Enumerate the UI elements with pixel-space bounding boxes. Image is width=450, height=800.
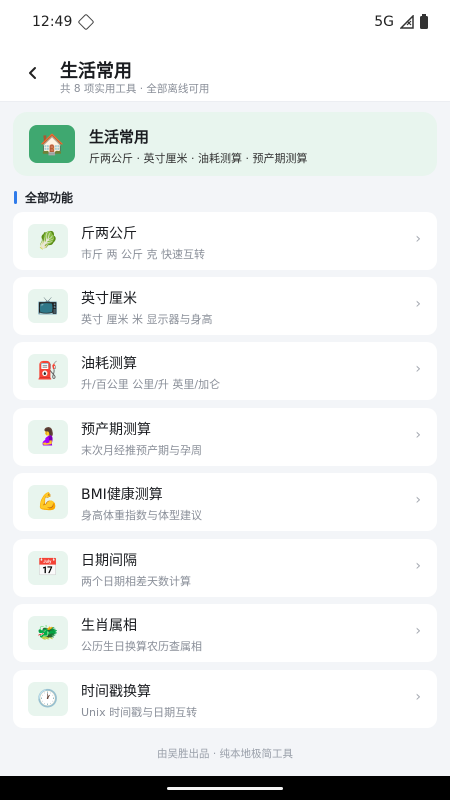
status-right: 5G <box>374 13 428 30</box>
hero-title: 生活常用 <box>89 128 150 146</box>
fuel-pump-icon: ⛽ <box>28 354 68 388</box>
clock-icon: 🕐 <box>28 682 68 716</box>
page-title: 生活常用 <box>60 61 132 82</box>
status-time: 12:49 <box>32 14 73 30</box>
section-accent-bar <box>14 190 17 204</box>
calendar-icon: 📅 <box>28 551 68 585</box>
pregnant-woman-icon: 🤰 <box>28 420 68 454</box>
tool-desc: 身高体重指数与体型建议 <box>81 509 202 522</box>
status-left: 12:49 <box>32 13 95 31</box>
back-button[interactable] <box>18 58 48 88</box>
page-subtitle: 共 8 项实用工具 · 全部离线可用 <box>60 83 210 95</box>
network-label: 5G <box>374 14 394 30</box>
tool-title: 英寸厘米 <box>81 291 137 307</box>
chevron-right-icon: › <box>415 623 421 639</box>
chevron-right-icon: › <box>415 689 421 705</box>
tool-title: 斤两公斤 <box>81 226 137 242</box>
flexed-bicep-icon: 💪 <box>28 485 68 519</box>
battery-icon <box>420 13 428 29</box>
tool-card-inch-cm[interactable]: 📺 英寸厘米 英寸 厘米 米 显示器与身高 › <box>13 277 437 335</box>
tool-desc: 市斤 两 公斤 克 快速互转 <box>81 248 205 261</box>
tool-desc: Unix 时间戳与日期互转 <box>81 706 198 719</box>
hero-card: 🏠 生活常用 斤两公斤 · 英寸厘米 · 油耗测算 · 预产期测算 <box>13 112 437 176</box>
home-icon: 🏠 <box>29 125 75 163</box>
chevron-right-icon: › <box>415 296 421 312</box>
tool-desc: 两个日期相差天数计算 <box>81 575 191 588</box>
home-indicator[interactable] <box>167 787 283 790</box>
tool-card-timestamp[interactable]: 🕐 时间戳换算 Unix 时间戳与日期互转 › <box>13 670 437 728</box>
sim-icon <box>77 13 95 31</box>
signal-icon <box>400 15 414 29</box>
system-nav-bar <box>0 776 450 800</box>
tool-title: 日期间隔 <box>81 553 137 569</box>
section-header: 全部功能 <box>14 188 73 206</box>
tool-card-date-interval[interactable]: 📅 日期间隔 两个日期相差天数计算 › <box>13 539 437 597</box>
tool-card-zodiac[interactable]: 🐲 生肖属相 公历生日换算农历查属相 › <box>13 604 437 662</box>
tool-card-due-date[interactable]: 🤰 预产期测算 末次月经推预产期与孕周 › <box>13 408 437 466</box>
chevron-left-icon <box>29 67 36 79</box>
tool-desc: 末次月经推预产期与孕周 <box>81 444 202 457</box>
chevron-right-icon: › <box>415 558 421 574</box>
tool-card-bmi[interactable]: 💪 BMI健康测算 身高体重指数与体型建议 › <box>13 473 437 531</box>
tool-title: BMI健康测算 <box>81 487 163 503</box>
section-title: 全部功能 <box>25 190 74 205</box>
cabbage-icon: 🥬 <box>28 224 68 258</box>
hero-subtitle: 斤两公斤 · 英寸厘米 · 油耗测算 · 预产期测算 <box>89 152 308 165</box>
tool-title: 油耗测算 <box>81 356 137 372</box>
app-header: 生活常用 共 8 项实用工具 · 全部离线可用 <box>0 44 450 102</box>
tool-title: 预产期测算 <box>81 422 151 438</box>
chevron-right-icon: › <box>415 231 421 247</box>
status-bar: 12:49 5G <box>0 0 450 44</box>
tv-icon: 📺 <box>28 289 68 323</box>
chevron-right-icon: › <box>415 427 421 443</box>
tool-desc: 公历生日换算农历查属相 <box>81 640 202 653</box>
dragon-icon: 🐲 <box>28 616 68 650</box>
footer-text: 由吴胜出品 · 纯本地极简工具 <box>156 748 293 760</box>
tool-desc: 英寸 厘米 米 显示器与身高 <box>81 313 213 326</box>
tool-desc: 升/百公里 公里/升 英里/加仑 <box>81 378 221 391</box>
tool-card-fuel[interactable]: ⛽ 油耗测算 升/百公里 公里/升 英里/加仑 › <box>13 342 437 400</box>
tool-title: 时间戳换算 <box>81 684 151 700</box>
tool-card-jin-liang[interactable]: 🥬 斤两公斤 市斤 两 公斤 克 快速互转 › <box>13 212 437 270</box>
chevron-right-icon: › <box>415 492 421 508</box>
chevron-right-icon: › <box>415 361 421 377</box>
tool-title: 生肖属相 <box>81 618 137 634</box>
